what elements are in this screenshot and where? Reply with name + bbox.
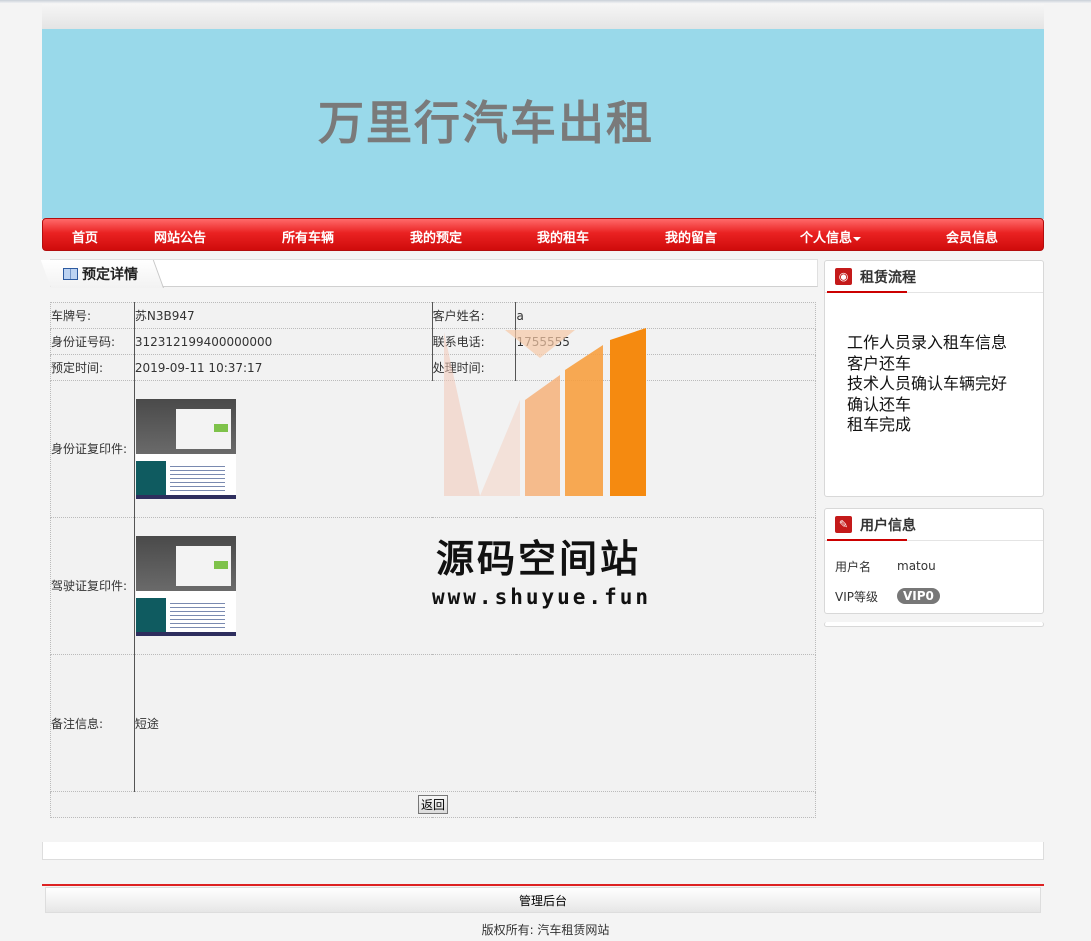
vip-row: VIP等级 VIP0 xyxy=(825,581,1043,611)
id-number-label: 身份证号码: xyxy=(50,328,135,355)
main-nav: 首页 网站公告 所有车辆 我的预定 我的租车 我的留言 个人信息 会员信息 xyxy=(42,218,1044,251)
footer-divider xyxy=(42,884,1044,886)
license-copy-label: 驾驶证复印件: xyxy=(50,517,135,655)
id-copy-cell xyxy=(133,380,817,518)
reservation-detail-table: 车牌号: 苏N3B947 客户姓名: a 身份证号码: 312312199400… xyxy=(50,302,817,818)
note-label: 备注信息: xyxy=(50,654,135,792)
site-title: 万里行汽车出租 xyxy=(318,96,654,150)
phone-value: 1755555 xyxy=(515,328,816,355)
nav-all-vehicles[interactable]: 所有车辆 xyxy=(282,227,334,246)
back-button-cell: 返回 xyxy=(50,791,816,818)
speaker-icon: ◉ xyxy=(835,268,852,285)
license-copy-image[interactable] xyxy=(135,536,236,636)
plate-value: 苏N3B947 xyxy=(133,302,433,329)
note-value: 短途 xyxy=(133,654,817,792)
watermark-title: 源码空间站 xyxy=(436,537,642,581)
user-info-title: 用户信息 xyxy=(860,517,916,534)
nav-announcements[interactable]: 网站公告 xyxy=(154,227,206,246)
rental-flow-panel: ◉ 租赁流程 工作人员录入租车信息 客户还车 技术人员确认车辆完好 确认还车 租… xyxy=(824,260,1044,497)
admin-link[interactable]: 管理后台 xyxy=(519,892,567,909)
username-label: 用户名 xyxy=(835,559,872,574)
handle-time-label: 处理时间: xyxy=(431,354,517,381)
rental-flow-title: 租赁流程 xyxy=(860,269,916,286)
nav-my-messages[interactable]: 我的留言 xyxy=(665,227,717,246)
nav-my-reservations[interactable]: 我的预定 xyxy=(410,227,462,246)
tab-title: 预定详情 xyxy=(82,267,138,283)
site-banner: 万里行汽车出租 xyxy=(42,29,1044,219)
table-row: 返回 xyxy=(50,791,816,818)
copyright-text: 版权所有: 汽车租赁网站 xyxy=(481,923,610,937)
customer-value: a xyxy=(515,302,816,329)
content-bottom-bar xyxy=(42,842,1044,860)
reserve-time-value: 2019-09-11 10:37:17 xyxy=(133,354,433,381)
flow-step: 租车完成 xyxy=(847,415,912,434)
user-info-header: ✎ 用户信息 xyxy=(825,509,1043,541)
phone-label: 联系电话: xyxy=(431,328,517,355)
main-panel: 预定详情 车牌号: 苏N3B947 客户姓名: a 身份证号码: 3123121… xyxy=(40,259,818,819)
id-copy-label: 身份证复印件: xyxy=(50,380,135,518)
table-row: 身份证复印件: xyxy=(50,380,817,518)
top-border xyxy=(0,0,1091,3)
rental-flow-steps: 工作人员录入租车信息 客户还车 技术人员确认车辆完好 确认还车 租车完成 xyxy=(825,293,1043,436)
top-bar xyxy=(42,4,1044,29)
user-info-panel: ✎ 用户信息 用户名 matou VIP等级 VIP0 xyxy=(824,508,1044,614)
nav-personal-info[interactable]: 个人信息 xyxy=(800,227,862,246)
nav-personal-info-label: 个人信息 xyxy=(800,231,853,246)
table-row: 身份证号码: 312312199400000000 联系电话: 1755555 xyxy=(50,328,816,355)
flow-step: 客户还车 xyxy=(847,353,912,373)
flow-step: 工作人员录入租车信息 xyxy=(847,333,1008,352)
flow-step: 技术人员确认车辆完好 xyxy=(847,374,1008,393)
license-copy-label-text: 驾驶证复印件: xyxy=(51,579,128,593)
sidebar-spacer xyxy=(824,622,1044,627)
edit-icon: ✎ xyxy=(835,516,852,533)
username-row: 用户名 matou xyxy=(825,551,1043,581)
plate-label: 车牌号: xyxy=(50,302,135,329)
customer-label: 客户姓名: xyxy=(431,302,517,329)
vip-badge: VIP0 xyxy=(897,588,940,604)
id-copy-label-text: 身份证复印件: xyxy=(51,442,128,456)
nav-my-rentals[interactable]: 我的租车 xyxy=(537,227,589,246)
id-number-value: 312312199400000000 xyxy=(133,328,433,355)
table-row: 预定时间: 2019-09-11 10:37:17 处理时间: xyxy=(50,354,816,381)
footer-nav: 管理后台 xyxy=(45,887,1041,913)
vip-label: VIP等级 xyxy=(835,589,878,604)
username-value: matou xyxy=(897,559,936,573)
flow-step: 确认还车 xyxy=(847,394,912,414)
table-row: 备注信息: 短途 xyxy=(50,654,817,792)
id-copy-image[interactable] xyxy=(135,399,236,499)
rental-flow-header: ◉ 租赁流程 xyxy=(825,261,1043,293)
tab-reservation-detail[interactable]: 预定详情 xyxy=(63,264,138,284)
table-row: 车牌号: 苏N3B947 客户姓名: a xyxy=(50,302,816,329)
nav-home[interactable]: 首页 xyxy=(72,227,98,246)
back-button[interactable]: 返回 xyxy=(417,795,448,814)
nav-member-info[interactable]: 会员信息 xyxy=(946,227,998,246)
tab-strip: 预定详情 xyxy=(40,259,818,288)
handle-time-value xyxy=(515,354,816,381)
caret-down-icon xyxy=(853,236,862,241)
book-icon xyxy=(63,268,78,280)
reserve-time-label: 预定时间: xyxy=(50,354,135,381)
watermark-url: www.shuyue.fun xyxy=(432,585,652,609)
